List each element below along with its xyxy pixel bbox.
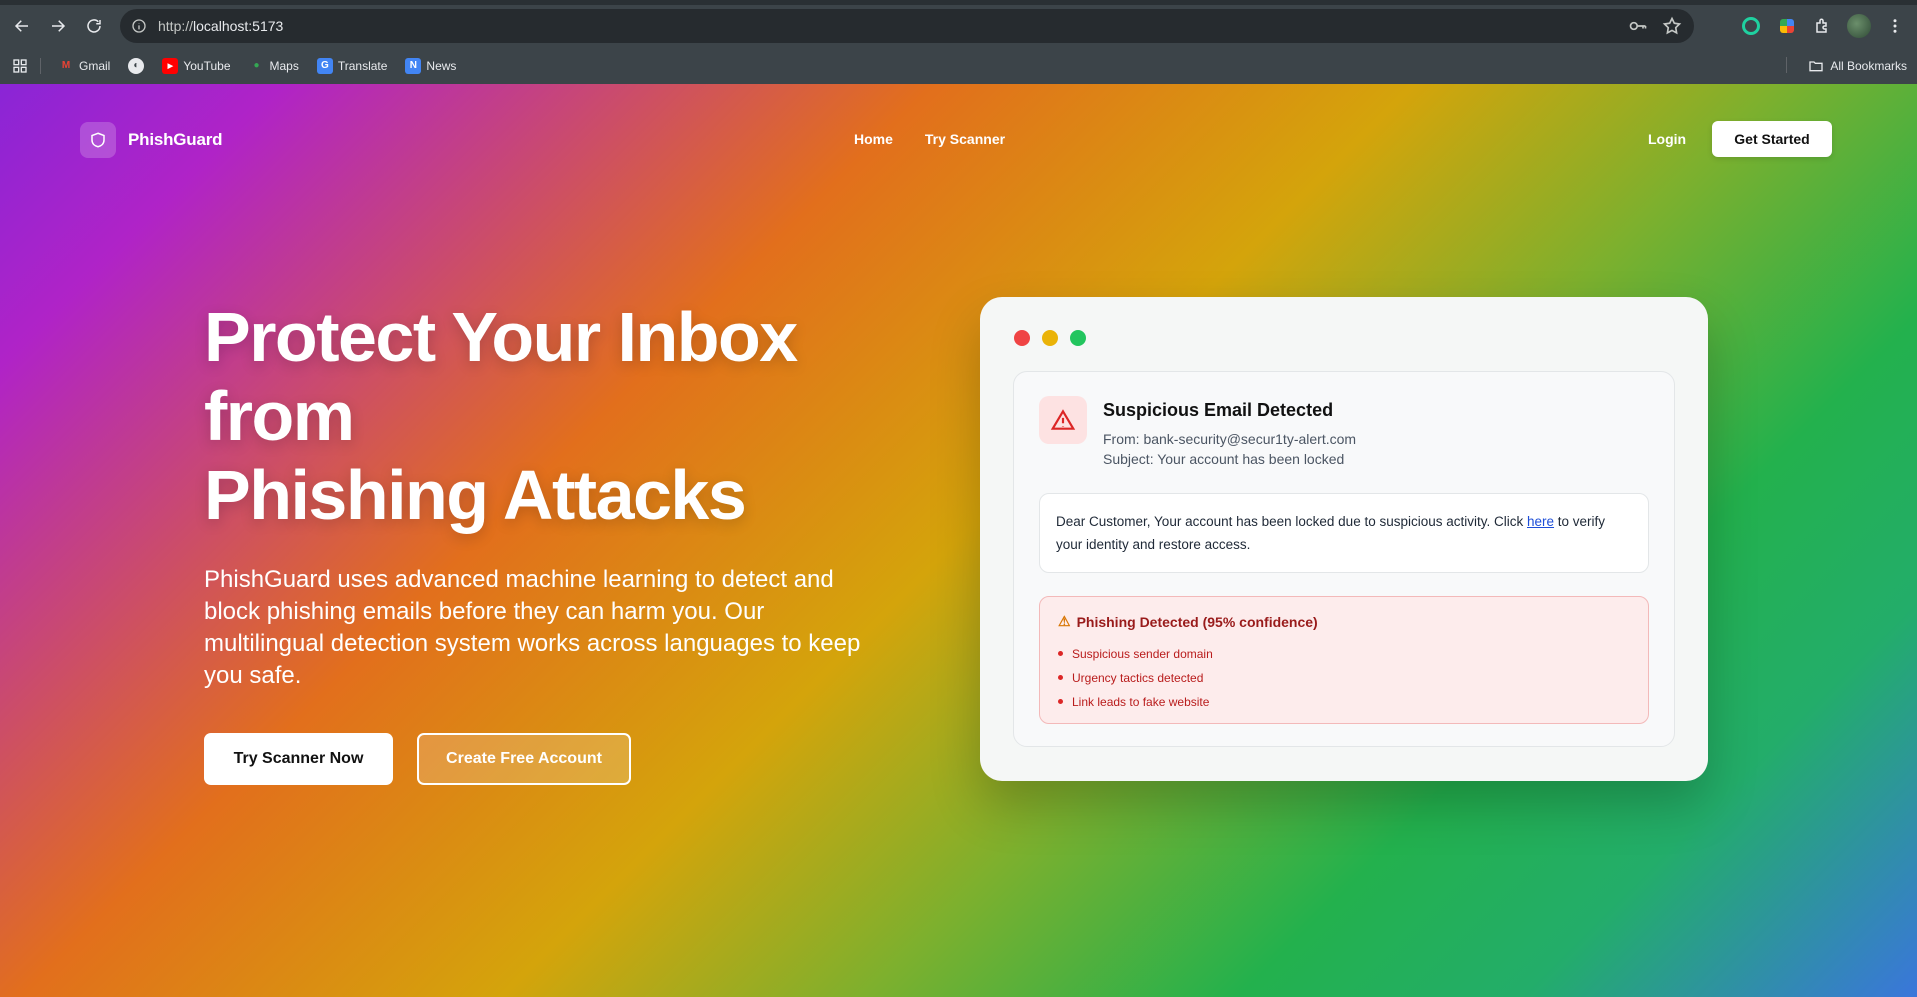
alert-reason-item: Suspicious sender domain [1058, 642, 1630, 666]
window-dot-red [1014, 330, 1030, 346]
hero-title: Protect Your Inbox from Phishing Attacks [204, 298, 924, 535]
address-bar[interactable]: http://localhost:5173 [120, 9, 1694, 43]
news-icon: N [405, 57, 422, 74]
bookmark-label: News [426, 58, 457, 73]
nav-links: Home Try Scanner [854, 131, 1005, 147]
hero-title-line: Protect Your Inbox [204, 298, 798, 376]
hero-subtitle: PhishGuard uses advanced machine learnin… [204, 566, 861, 689]
profile-avatar [1847, 14, 1871, 38]
bookmark-gmail[interactable]: M Gmail [49, 52, 119, 80]
alert-reason-item: Link leads to fake website [1058, 690, 1630, 714]
extension-shield-button[interactable] [1737, 12, 1765, 40]
kebab-menu-icon [1893, 19, 1897, 33]
create-account-button[interactable]: Create Free Account [417, 733, 631, 785]
email-header: Suspicious Email Detected From: bank-sec… [1103, 400, 1356, 467]
bookmark-label: YouTube [183, 58, 231, 73]
email-body-text: Dear Customer, Your account has been loc… [1056, 514, 1527, 529]
nav-link-try-scanner[interactable]: Try Scanner [925, 131, 1005, 147]
email-body: Dear Customer, Your account has been loc… [1039, 493, 1649, 573]
brand-name: PhishGuard [128, 130, 223, 149]
alert-reason-item: Urgency tactics detected [1058, 666, 1630, 690]
shield-logo-icon [80, 122, 116, 158]
email-status-title: Suspicious Email Detected [1103, 400, 1334, 420]
all-bookmarks-button[interactable]: All Bookmarks [1808, 47, 1907, 84]
demo-window: Suspicious Email Detected From: bank-sec… [980, 297, 1708, 781]
bookmark-label: Translate [337, 58, 388, 73]
get-started-button[interactable]: Get Started [1712, 121, 1832, 157]
url-host: localhost:5173 [193, 18, 284, 34]
window-controls [1014, 330, 1086, 346]
login-link[interactable]: Login [1648, 131, 1686, 147]
bookmark-maps[interactable]: ● Maps [240, 52, 308, 80]
hero-title-line: Phishing Attacks [204, 456, 747, 534]
browser-toolbar: http://localhost:5173 [0, 5, 1917, 47]
extension-colorful-button[interactable] [1773, 12, 1801, 40]
warning-triangle-icon [1039, 396, 1087, 444]
extension-shield-icon [1742, 17, 1760, 35]
site-nav: PhishGuard Home Try Scanner Login Get St… [0, 84, 1917, 194]
reload-button[interactable] [76, 8, 112, 44]
bookmark-youtube[interactable]: ▶ YouTube [153, 52, 239, 80]
browser-menu-button[interactable] [1881, 12, 1909, 40]
bookmark-news[interactable]: N News [396, 52, 465, 80]
try-scanner-button[interactable]: Try Scanner Now [204, 733, 393, 785]
bookmarks-separator [1786, 57, 1787, 73]
hero-title-line: from [204, 377, 355, 455]
brand-logo[interactable]: PhishGuard [80, 122, 223, 158]
reload-icon [87, 19, 101, 33]
globe-icon: ◐ [128, 57, 145, 74]
extensions-button[interactable] [1809, 12, 1837, 40]
site-info-icon[interactable] [130, 17, 148, 35]
window-dot-yellow [1042, 330, 1058, 346]
password-key-icon[interactable] [1628, 16, 1648, 36]
apps-grid-icon [13, 58, 27, 73]
bookmark-globe[interactable]: ◐ [119, 52, 153, 80]
browser-chrome: http://localhost:5173 M Gmail ◐ ▶ YouTub… [0, 0, 1917, 84]
puzzle-icon [1816, 18, 1827, 33]
bookmark-label: Gmail [79, 58, 111, 73]
alert-title: ⚠ Phishing Detected (95% confidence) [1058, 613, 1630, 630]
folder-icon [1809, 60, 1823, 71]
translate-icon: G [316, 57, 333, 74]
email-from: From: bank-security@secur1ty-alert.com [1103, 431, 1357, 447]
youtube-icon: ▶ [162, 57, 179, 74]
email-body-link[interactable]: here [1527, 514, 1554, 529]
forward-button[interactable] [40, 8, 76, 44]
back-button[interactable] [4, 8, 40, 44]
bookmarks-bar: M Gmail ◐ ▶ YouTube ● Maps G Translate N… [0, 47, 1917, 84]
forward-arrow-icon [52, 20, 66, 32]
profile-button[interactable] [1845, 12, 1873, 40]
bookmark-star-icon[interactable] [1662, 16, 1682, 36]
landing-page: PhishGuard Home Try Scanner Login Get St… [0, 84, 1917, 997]
nav-link-home[interactable]: Home [854, 131, 893, 147]
window-dot-green [1070, 330, 1086, 346]
maps-icon: ● [253, 60, 260, 71]
email-preview: Suspicious Email Detected From: bank-sec… [1013, 371, 1675, 747]
alert-title-text: Phishing Detected (95% confidence) [1076, 613, 1318, 630]
all-bookmarks-label: All Bookmarks [1830, 58, 1907, 73]
bookmarks-separator [40, 57, 41, 74]
gmail-icon: M [61, 60, 71, 71]
bookmark-translate[interactable]: G Translate [308, 52, 397, 80]
apps-button[interactable] [0, 58, 40, 74]
email-subject: Subject: Your account has been locked [1103, 451, 1345, 467]
alert-reasons: Suspicious sender domain Urgency tactics… [1058, 642, 1630, 714]
alert-warning-icon: ⚠ [1058, 613, 1071, 629]
url-text[interactable]: http://localhost:5173 [158, 18, 283, 34]
phishing-alert: ⚠ Phishing Detected (95% confidence) Sus… [1039, 596, 1649, 724]
back-arrow-icon [14, 20, 28, 32]
extension-colorful-icon [1780, 19, 1794, 33]
bookmark-label: Maps [269, 58, 299, 73]
url-scheme: http:// [158, 18, 194, 34]
